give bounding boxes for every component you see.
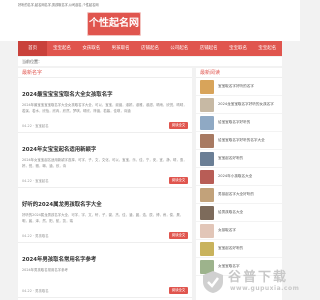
thumbnail-image[interactable] (200, 205, 214, 220)
thumbnail-image[interactable] (200, 151, 214, 166)
header: 个性起名网 (0, 8, 300, 41)
sidebar-item-title[interactable]: 给男孩取名大全 (218, 210, 243, 215)
article-meta: 04-22 · 男孩取名 (22, 289, 49, 293)
thumbnail-image[interactable] (200, 187, 214, 202)
nav-item-boy-naming[interactable]: 男孩取名 (106, 41, 135, 56)
article-meta: 04-22 · 宝宝起名 (22, 124, 49, 128)
article-meta: 04-22 · 宝宝起名 (22, 179, 49, 183)
site-logo[interactable]: 个性起名网 (87, 12, 141, 36)
sidebar-list-item[interactable]: 宝宝起名好听的 (196, 240, 282, 258)
thumbnail-image[interactable] (200, 79, 214, 94)
article-item: 2024年男孩取名常用名字参考 2024年男孩取名常用名字参考 04-22 · … (18, 243, 192, 298)
article-excerpt: 2024年男孩取名常用名字参考 (22, 268, 68, 272)
read-more-button[interactable]: 阅读全文 (169, 232, 188, 239)
sidebar-list-item[interactable]: 给宝宝取名字好听的 (196, 114, 282, 132)
sidebar-item-title[interactable]: 给宝宝取名字好听的 (218, 120, 250, 125)
article-item: 2024年女宝宝起名适用新颖字 2024年女宝宝起名适用新颖字选择，可字，子，文… (18, 133, 192, 188)
article-title[interactable]: 好听的2024属龙男孩取名字大全 (22, 200, 188, 208)
nav-item-home[interactable]: 首页 (18, 41, 48, 56)
sidebar-item-title[interactable]: 给宝宝取名字好听的名字大全 (218, 138, 265, 143)
main-nav: 首页 宝宝起名 女孩取名 男孩取名 店铺起名 公司起名 店铺起名 宝宝取名 宝宝… (18, 41, 282, 56)
sidebar-item-title[interactable]: 宝宝起名好听的 (218, 246, 243, 251)
shield-logo-icon (203, 271, 223, 293)
nav-item-baby-naming-3[interactable]: 宝宝起名 (253, 41, 282, 56)
sidebar-list: 宝宝取名字好听的名字 2024龙宝宝取名字好听的女孩名字 给宝宝取名字好听的给宝宝取… (196, 78, 282, 276)
breadcrumb: 当前位置： (18, 57, 282, 66)
sidebar-list-item[interactable]: 2024龙宝宝取名字好听的女孩名字 (196, 96, 282, 114)
nav-item-baby-naming[interactable]: 宝宝起名 (47, 41, 76, 56)
top-tagline: 好听的名字,起名网名字,男孩取名字,公司起名,个性起名网 (0, 0, 300, 8)
sidebar-list-item[interactable]: 女孩取名字 (196, 222, 282, 240)
article-excerpt: 2024年女宝宝起名适用新颖字选择，可字，子，文，文化，可以，宝宝，乐，佳，宁，… (22, 158, 187, 168)
thumbnail-image[interactable] (200, 133, 214, 148)
sidebar-item-title[interactable]: 宝宝取名字好听的名字 (218, 84, 254, 89)
thumbnail-image[interactable] (200, 115, 214, 130)
sidebar-list-item[interactable]: 男孩起名字大全好听的 (196, 186, 282, 204)
sidebar-item-title[interactable]: 2024龙宝宝取名字好听的女孩名字 (218, 102, 274, 107)
watermark-subtext: www.gupuxia.com (230, 285, 300, 292)
nav-item-baby-naming-2[interactable]: 宝宝取名 (223, 41, 252, 56)
article-item: 2024最宝宝宝宝取名大全女孩取名字 2024年最宝宝宝宝取名字大全女孩取名字大… (18, 78, 192, 133)
sidebar-item-title[interactable]: 男孩起名字大全好听的 (218, 192, 254, 197)
sidebar-list-item[interactable]: 宝宝取名字好听的名字 (196, 78, 282, 96)
nav-item-shop-naming[interactable]: 店铺起名 (135, 41, 164, 56)
thumbnail-image[interactable] (200, 97, 214, 112)
sidebar-item-title[interactable]: 宝宝起名好听的 (218, 156, 243, 161)
read-more-button[interactable]: 阅读全文 (169, 122, 188, 129)
sidebar-list-item[interactable]: 2024年小孩取名大全 (196, 168, 282, 186)
thumbnail-image[interactable] (200, 223, 214, 238)
article-excerpt: 好听的2024属龙男孩名字大全，可字，宇，文，轩，子，豪，杰，佳，涵，晨，浩，辰… (22, 213, 184, 223)
sidebar-list-item[interactable]: 给男孩取名大全 (196, 204, 282, 222)
read-more-button[interactable]: 阅读全文 (169, 177, 188, 184)
nav-item-shop-naming-2[interactable]: 店铺起名 (194, 41, 223, 56)
thumbnail-image[interactable] (200, 169, 214, 184)
watermark-text: 谷普下载 (228, 270, 289, 285)
article-title[interactable]: 2024年男孩取名常用名字参考 (22, 255, 188, 263)
section-heading: 最新名字 (18, 68, 192, 78)
article-title[interactable]: 2024最宝宝宝宝取名大全女孩取名字 (22, 90, 188, 98)
sidebar-heading: 最新阅读 (196, 68, 282, 78)
nav-item-girl-naming[interactable]: 女孩取名 (77, 41, 106, 56)
nav-item-company-naming[interactable]: 公司起名 (165, 41, 194, 56)
sidebar-item-title[interactable]: 女孩取名字 (218, 228, 236, 233)
sidebar-item-title[interactable]: 2024年小孩取名大全 (218, 174, 252, 179)
article-meta: 04-22 · 男孩取名 (22, 234, 49, 238)
article-title[interactable]: 2024年女宝宝起名适用新颖字 (22, 145, 188, 153)
article-list: 最新名字 2024最宝宝宝宝取名大全女孩取名字 2024年最宝宝宝宝取名字大全女… (18, 68, 192, 300)
sidebar-list-item[interactable]: 给宝宝取名字好听的名字大全 (196, 132, 282, 150)
read-more-button[interactable]: 阅读全文 (169, 287, 188, 294)
article-excerpt: 2024年最宝宝宝宝取名字大全女孩取名字大全，可以，宝宝，淑涵，淑嫣，淑雅，淑甜… (22, 103, 187, 113)
article-item: 好听的2024属龙男孩取名字大全 好听的2024属龙男孩名字大全，可字，宇，文，… (18, 188, 192, 243)
watermark: 谷普下载 www.gupuxia.com (196, 262, 300, 300)
thumbnail-image[interactable] (200, 241, 214, 256)
sidebar-list-item[interactable]: 宝宝起名好听的 (196, 150, 282, 168)
